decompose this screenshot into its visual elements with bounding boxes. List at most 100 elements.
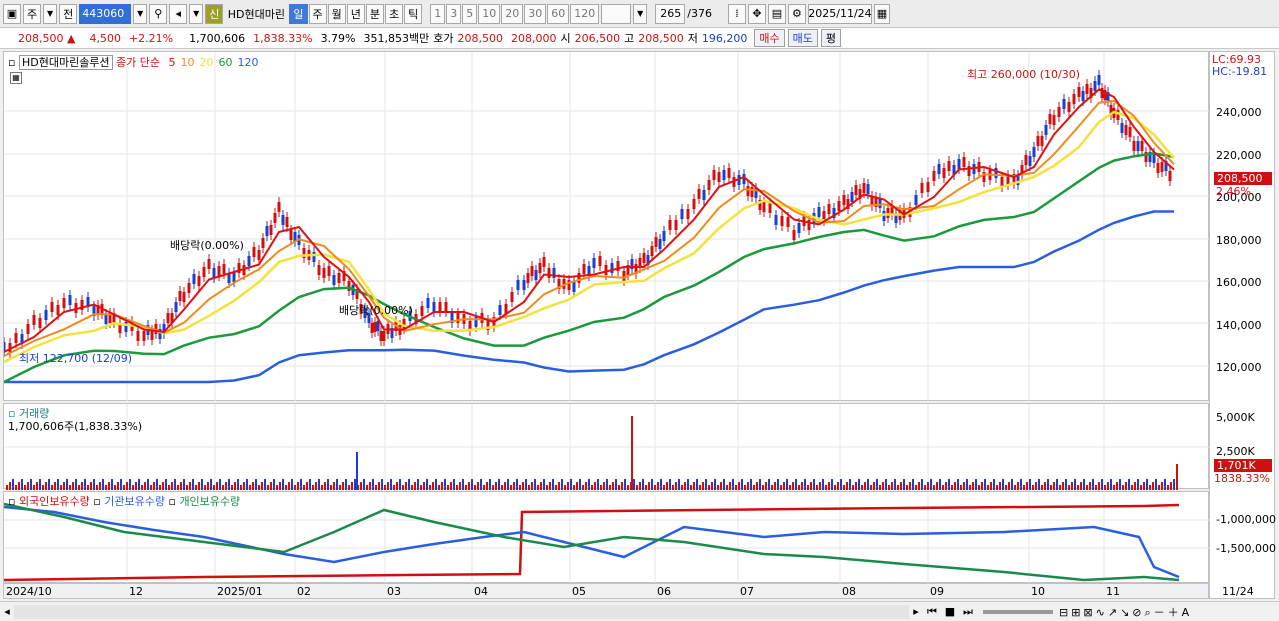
volume-pct-tag: 1838.33%	[1214, 472, 1270, 485]
table-icon[interactable]: ▦	[10, 72, 22, 84]
legend-foreign: 외국인보유수량	[18, 495, 90, 508]
new-badge[interactable]: 신	[205, 3, 224, 24]
hc-label: HC:-19.81	[1212, 65, 1268, 78]
tab-period-3[interactable]: 년	[346, 3, 365, 24]
tab-period-5[interactable]: 초	[385, 3, 404, 24]
last-icon[interactable]: ⏭	[959, 605, 977, 619]
xaxis-label-8: 07	[740, 585, 754, 598]
xaxis-label-10: 09	[930, 585, 944, 598]
stock-code-input[interactable]: 443060	[79, 3, 132, 24]
eval-button[interactable]: 평	[820, 29, 841, 47]
legend-individual: 개인보유수량	[179, 495, 241, 508]
scroll-track[interactable]	[14, 604, 909, 619]
tab-period-2[interactable]: 월	[327, 3, 346, 24]
tab-period-4[interactable]: 분	[365, 3, 384, 24]
stop-icon[interactable]: ■	[941, 605, 959, 618]
tab-period-0[interactable]: 일	[289, 3, 308, 24]
investor-panel[interactable]: ▫ 외국인보유수량 ▫ 기관보유수량 ▫ 개인보유수량	[3, 491, 1210, 584]
tab-period-6[interactable]: 틱	[404, 3, 423, 24]
xaxis-label-1: 12	[129, 585, 143, 598]
low-price: 196,200	[701, 31, 748, 45]
xaxis-label-2: 2025/01	[217, 585, 263, 598]
dividend-annotation-2: 배당락(0.00%)	[339, 304, 413, 317]
count-input[interactable]: 265	[655, 3, 686, 24]
interval-tabs: 1 3 5 10 20 30 60 120	[430, 3, 600, 24]
xaxis-label-4: 03	[387, 585, 401, 598]
tab-period-1[interactable]: 주	[308, 3, 327, 24]
tab-interval-4[interactable]: 20	[501, 3, 524, 24]
ytick-4: 160,000	[1216, 276, 1262, 289]
code-dropdown-icon[interactable]: ▼	[133, 3, 148, 24]
price-chart[interactable]: ▫ HD현대마린솔루션 종가 단순 5 10 20 60 120 ▦ 최고 260,00…	[2, 51, 1210, 402]
volume-ytick-1: 5,000K	[1216, 411, 1255, 424]
price-tag: 208,500	[1214, 172, 1272, 185]
tab-interval-3[interactable]: 10	[478, 3, 501, 24]
search-icon[interactable]: ⚲	[149, 3, 168, 24]
tab-interval-2[interactable]: 5	[462, 3, 478, 24]
legend-ma-1: 10	[180, 56, 195, 69]
volume-canvas[interactable]	[4, 404, 1210, 490]
low-label: 저	[687, 32, 698, 45]
zoom-slider[interactable]	[983, 609, 1053, 614]
stock-name: HD현대마린	[227, 7, 285, 21]
interval-input[interactable]	[601, 3, 632, 24]
period-tabs: 일주월년분초틱	[289, 3, 423, 24]
open-label: 시	[560, 32, 571, 45]
low-annotation: 최저 122,700 (12/09)	[19, 352, 133, 365]
crosshair-icon[interactable]: ✥	[747, 3, 766, 24]
legend-ma-2: 20	[199, 56, 214, 69]
price-chart-canvas[interactable]	[2, 52, 1210, 402]
settings-icon[interactable]: ⚙	[787, 3, 806, 24]
volume-ytick-2: 2,500K	[1216, 445, 1255, 458]
tab-interval-7[interactable]: 120	[570, 3, 600, 24]
speaker-icon[interactable]: ◂	[169, 3, 188, 24]
tab-interval-0[interactable]: 1	[430, 3, 446, 24]
legend-ma-3: 60	[218, 56, 233, 69]
turnover-percent: 3.79%	[320, 31, 356, 45]
calendar-icon[interactable]: ▦	[873, 3, 890, 24]
investor-ytick-2: -1,500,000	[1216, 542, 1276, 555]
tools-icons[interactable]: ⊟⊞⊠∿↗↘⊘⌕－＋A	[1059, 604, 1192, 620]
ytick-6: 120,000	[1216, 361, 1262, 374]
tab-interval-6[interactable]: 60	[547, 3, 570, 24]
grid-icon[interactable]: ⁞	[727, 3, 746, 24]
toolbar: ▣ 주 ▼ 전 443060 ▼ ⚲ ◂ ▼ 신 HD현대마린 일주월년분초틱 …	[0, 0, 1279, 28]
bid-price-1: 208,500	[457, 31, 504, 45]
scroll-bar: ◂ ▸ ⏮ ■ ⏭ ⊟⊞⊠∿↗↘⊘⌕－＋A	[0, 601, 1279, 621]
layout-icon[interactable]: ▣	[3, 3, 21, 24]
legend-ma-periods: 5 10 20 60 120	[164, 56, 259, 69]
xaxis-label-9: 08	[842, 585, 856, 598]
interval-dropdown-icon[interactable]: ▼	[633, 3, 648, 24]
buy-button[interactable]: 매수	[754, 29, 785, 47]
volume-value: 1,700,606주(1,838.33%)	[8, 420, 143, 433]
prev-button[interactable]: 전	[59, 3, 78, 24]
tab-interval-1[interactable]: 3	[446, 3, 462, 24]
market-type-select[interactable]: 주	[23, 3, 42, 24]
ytick-5: 140,000	[1216, 318, 1262, 332]
volume-panel[interactable]: ▫ 거래량 1,700,606주(1,838.33%)	[3, 403, 1210, 490]
bid-label: 호가	[433, 32, 454, 45]
scroll-right-icon[interactable]: ▸	[909, 605, 923, 618]
chevron-down-icon[interactable]: ▼	[43, 3, 58, 24]
current-price: 208,500 ▲	[18, 31, 76, 45]
open-price: 206,500	[574, 31, 621, 45]
save-icon[interactable]: ▤	[767, 3, 786, 24]
bid-price-2: 208,000	[511, 31, 557, 45]
xaxis-label-7: 06	[657, 585, 671, 598]
tab-interval-5[interactable]: 30	[524, 3, 547, 24]
xaxis-label-11: 10	[1031, 585, 1045, 598]
xaxis-end-label: 11/24	[1222, 585, 1254, 598]
ytick-3: 180,000	[1216, 233, 1262, 247]
dividend-annotation-1: 배당락(0.00%)	[170, 239, 244, 252]
first-icon[interactable]: ⏮	[923, 605, 941, 619]
date-input[interactable]: 2025/11/24	[807, 3, 872, 24]
investor-ytick-1: -1,000,000	[1216, 513, 1276, 526]
sell-button[interactable]: 매도	[787, 29, 818, 47]
right-axis: LC:69.93 HC:-19.81 240,000 220,000 200,000…	[1209, 51, 1276, 599]
volume-tag: 1,701K	[1214, 459, 1272, 472]
legend-institution: 기관보유수량	[104, 495, 165, 508]
legend-ma-label: 종가 단순	[116, 56, 161, 69]
scroll-left-icon[interactable]: ◂	[0, 605, 14, 618]
chart-legend: ▫ HD현대마린솔루션 종가 단순 5 10 20 60 120	[8, 54, 259, 70]
speaker-dropdown-icon[interactable]: ▼	[189, 3, 204, 24]
